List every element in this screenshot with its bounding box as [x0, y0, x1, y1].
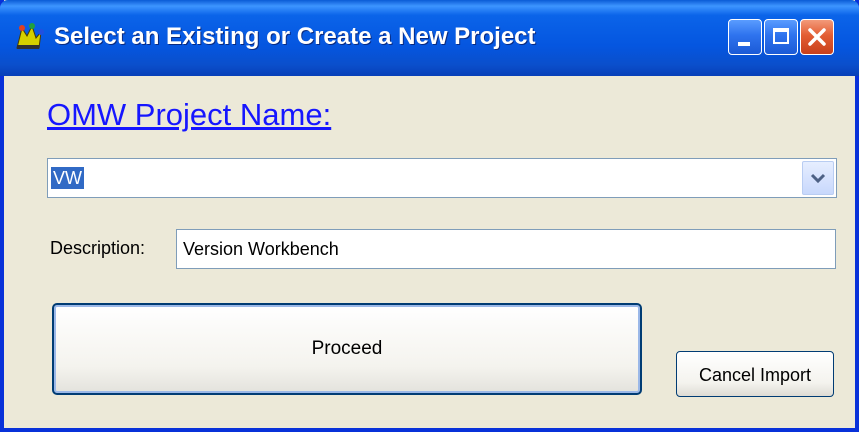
minimize-icon: [738, 42, 750, 46]
project-name-combobox[interactable]: VW: [47, 158, 837, 198]
minimize-button[interactable]: [728, 19, 762, 55]
cancel-import-button-label: Cancel Import: [698, 365, 812, 385]
app-icon[interactable]: [14, 22, 44, 52]
maximize-icon: [773, 28, 789, 44]
project-dialog: Select an Existing or Create a New Proje…: [0, 0, 859, 432]
dropdown-button[interactable]: [802, 161, 834, 195]
close-icon: [808, 28, 826, 46]
proceed-button-label: Proceed: [311, 338, 383, 359]
proceed-button[interactable]: Proceed: [52, 303, 642, 395]
window-title: Select an Existing or Create a New Proje…: [54, 23, 536, 50]
chevron-down-icon: [810, 173, 826, 184]
maximize-button[interactable]: [764, 19, 798, 55]
project-name-selected-value[interactable]: VW: [51, 167, 84, 189]
title-bar[interactable]: Select an Existing or Create a New Proje…: [0, 0, 859, 76]
description-value: Version Workbench: [183, 239, 339, 259]
description-field[interactable]: Version Workbench: [176, 229, 836, 269]
project-name-label: OMW Project Name:: [47, 97, 332, 132]
cancel-import-button[interactable]: Cancel Import: [676, 351, 834, 397]
description-label: Description:: [50, 238, 146, 258]
close-button[interactable]: [800, 19, 834, 55]
